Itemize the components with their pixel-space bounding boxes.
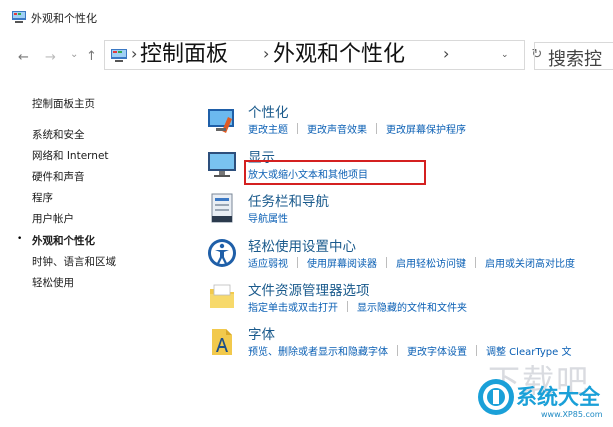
sidebar-item-ease-of-access[interactable]: 轻松使用: [32, 275, 74, 290]
link-easy-access-keys[interactable]: 启用轻松访问键: [396, 255, 466, 270]
link-single-double-click[interactable]: 指定单击或双击打开: [248, 299, 338, 314]
folder-options-icon: [210, 284, 234, 308]
link-change-font-settings[interactable]: 更改字体设置: [407, 343, 467, 358]
breadcrumb-separator: ›: [131, 44, 138, 63]
control-panel-icon: [12, 11, 26, 23]
category-links: 适应弱视 使用屏幕阅读器 启用轻松访问键 启用或关闭高对比度: [248, 255, 575, 270]
display-icon: [208, 152, 236, 177]
window-title: 外观和个性化: [31, 12, 97, 25]
link-high-contrast[interactable]: 启用或关闭高对比度: [485, 255, 575, 270]
link-separator: [297, 123, 298, 134]
address-dropdown-icon[interactable]: ⌄: [501, 50, 509, 60]
ease-of-access-icon: [208, 239, 236, 267]
highlight-box: [244, 160, 426, 185]
sidebar-item-appearance[interactable]: 外观和个性化: [32, 233, 95, 248]
link-separator: [376, 123, 377, 134]
recent-locations-icon[interactable]: ⌄: [70, 48, 78, 62]
sidebar-item-system-security[interactable]: 系统和安全: [32, 127, 85, 142]
sidebar-item-hardware-sound[interactable]: 硬件和声音: [32, 169, 85, 184]
control-panel-icon: [111, 49, 127, 62]
link-separator: [476, 345, 477, 356]
category-title[interactable]: 字体: [248, 323, 275, 343]
category-title[interactable]: 任务栏和导航: [248, 190, 329, 210]
breadcrumb-control-panel[interactable]: 控制面板: [140, 42, 228, 68]
link-separator: [347, 301, 348, 312]
link-screen-reader[interactable]: 使用屏幕阅读器: [307, 255, 377, 270]
link-separator: [386, 257, 387, 268]
back-arrow-icon[interactable]: ←: [18, 51, 29, 65]
taskbar-icon: [211, 193, 233, 223]
up-arrow-icon[interactable]: ↑: [86, 50, 97, 64]
link-separator: [397, 345, 398, 356]
category-title[interactable]: 文件资源管理器选项: [248, 279, 370, 299]
link-change-theme[interactable]: 更改主题: [248, 121, 288, 136]
breadcrumb-appearance[interactable]: 外观和个性化: [273, 42, 405, 68]
search-text: 搜索控: [548, 49, 602, 70]
search-input[interactable]: 搜索控: [534, 42, 613, 70]
category-links: 指定单击或双击打开 显示隐藏的文件和文件夹: [248, 299, 467, 314]
personalization-icon: [208, 109, 234, 133]
watermark-brand: 系统大全: [516, 385, 600, 409]
category-title[interactable]: 轻松使用设置中心: [248, 235, 356, 255]
breadcrumb-separator: ›: [263, 44, 270, 63]
active-bullet-icon: •: [17, 234, 23, 244]
category-links: 更改主题 更改声音效果 更改屏幕保护程序: [248, 121, 466, 136]
link-low-vision[interactable]: 适应弱视: [248, 255, 288, 270]
link-separator: [475, 257, 476, 268]
address-bar[interactable]: › 控制面板 › 外观和个性化 › ⌄: [104, 40, 525, 70]
link-separator: [297, 257, 298, 268]
sidebar-item-user-accounts[interactable]: 用户帐户: [32, 211, 74, 226]
category-links: 导航属性: [248, 210, 288, 225]
link-show-hidden-files[interactable]: 显示隐藏的文件和文件夹: [357, 299, 467, 314]
watermark-logo-icon: [478, 379, 514, 415]
breadcrumb-separator: ›: [443, 44, 450, 63]
link-change-sounds[interactable]: 更改声音效果: [307, 121, 367, 136]
fonts-icon: [212, 329, 232, 355]
category-title[interactable]: 个性化: [248, 101, 289, 121]
link-navigation-properties[interactable]: 导航属性: [248, 210, 288, 225]
sidebar-item-network[interactable]: 网络和 Internet: [32, 148, 109, 163]
forward-arrow-icon[interactable]: →: [45, 51, 56, 65]
sidebar-item-home[interactable]: 控制面板主页: [32, 96, 95, 111]
title-bar: 外观和个性化: [0, 0, 613, 34]
link-preview-fonts[interactable]: 预览、删除或者显示和隐藏字体: [248, 343, 388, 358]
sidebar-item-programs[interactable]: 程序: [32, 190, 53, 205]
watermark-url: www.XP85.com: [541, 410, 603, 419]
sidebar-item-clock-region[interactable]: 时钟、语言和区域: [32, 254, 116, 269]
link-change-screensaver[interactable]: 更改屏幕保护程序: [386, 121, 466, 136]
